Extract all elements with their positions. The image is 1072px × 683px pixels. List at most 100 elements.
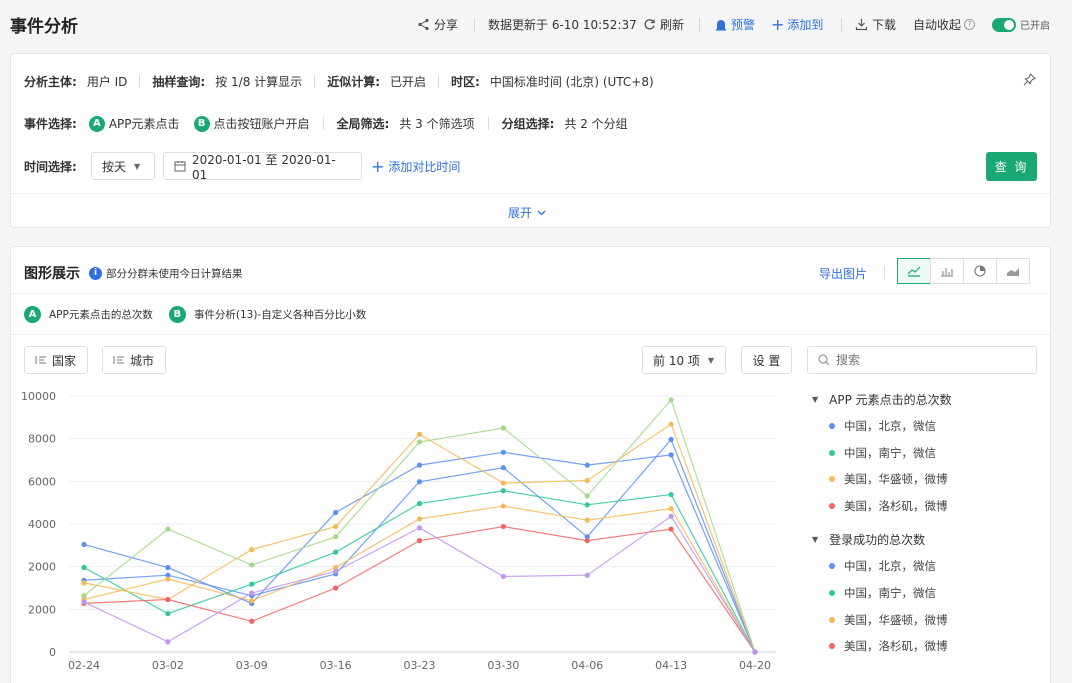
legend-dot xyxy=(829,476,835,482)
expand-button[interactable]: 展开 xyxy=(508,204,546,221)
global-filter-label: 全局筛选: xyxy=(336,117,390,131)
legend-group-2-header[interactable]: ▼ 登录成功的总次数 xyxy=(812,531,925,548)
page-title: 事件分析 xyxy=(10,17,78,37)
data-point xyxy=(500,488,506,494)
query-button[interactable]: 查 询 xyxy=(986,152,1037,181)
bar-chart-icon xyxy=(941,267,953,277)
auto-collapse-toggle[interactable]: 已开启 xyxy=(992,17,1050,32)
group-label: 分组选择: xyxy=(501,117,555,131)
auto-collapse-label: 自动收起 xyxy=(913,18,962,32)
subject-value[interactable]: 用户 ID xyxy=(87,73,128,90)
data-point xyxy=(81,564,87,571)
refresh-button[interactable]: 刷新 xyxy=(643,16,684,33)
data-point xyxy=(584,477,590,484)
metric-a-label: APP元素点击的总次数 xyxy=(49,309,153,321)
info-icon: i xyxy=(89,266,102,280)
legend-dot xyxy=(829,643,835,649)
dimension-country-button[interactable]: 国家 xyxy=(24,346,88,374)
alert-button[interactable]: 预警 xyxy=(715,16,755,33)
add-to-button[interactable]: + 添加到 xyxy=(771,16,823,33)
top-n-value: 前 10 项 xyxy=(653,353,700,368)
bar-chart-button[interactable] xyxy=(930,258,964,284)
x-tick-label: 04-13 xyxy=(655,659,687,672)
line-chart-icon xyxy=(907,266,921,277)
area-chart-icon xyxy=(1007,267,1019,276)
x-tick-label: 03-16 xyxy=(320,659,352,672)
list-icon xyxy=(113,356,124,364)
data-point xyxy=(333,585,339,591)
group-value[interactable]: 共 2 个分组 xyxy=(564,115,627,132)
data-point xyxy=(500,523,506,530)
pie-chart-button[interactable] xyxy=(963,258,997,284)
data-point xyxy=(584,517,590,523)
settings-button[interactable]: 设 置 xyxy=(741,346,792,374)
legend-item[interactable]: 中国，南宁，微信 xyxy=(829,585,936,601)
legend-item[interactable]: 美国，华盛顿，微博 xyxy=(829,471,948,487)
export-image-link[interactable]: 导出图片 xyxy=(819,265,867,282)
update-time: 数据更新于 6-10 10:52:37 xyxy=(488,18,637,32)
divider xyxy=(11,193,1050,194)
search-box[interactable] xyxy=(807,346,1037,374)
y-tick-label: 2000 xyxy=(28,561,56,574)
global-filter-value[interactable]: 共 3 个筛选项 xyxy=(399,115,474,132)
granularity-select[interactable]: 按天 ▼ xyxy=(91,152,155,180)
x-tick-label: 04-20 xyxy=(739,659,771,672)
add-compare-button[interactable]: + 添加对比时间 xyxy=(371,158,460,175)
expand-label: 展开 xyxy=(508,206,533,220)
legend-dot xyxy=(829,563,835,569)
data-point xyxy=(416,525,423,531)
data-point xyxy=(668,436,674,443)
legend-item[interactable]: 中国，北京，微信 xyxy=(829,558,936,574)
divider xyxy=(11,334,1050,335)
legend-item[interactable]: 美国，华盛顿，微博 xyxy=(829,612,948,628)
time-label-row: 时间选择: xyxy=(24,158,77,175)
pie-chart-icon xyxy=(974,265,986,277)
share-label: 分享 xyxy=(434,18,459,32)
search-input[interactable] xyxy=(836,353,1026,367)
area-chart-button[interactable] xyxy=(996,258,1030,284)
x-tick-label: 02-24 xyxy=(68,659,100,672)
data-point xyxy=(668,452,674,458)
legend-label: 中国，北京，微信 xyxy=(844,419,936,433)
legend-dot xyxy=(829,617,835,623)
dimension-city-button[interactable]: 城市 xyxy=(102,346,166,374)
approx-value[interactable]: 已开启 xyxy=(390,73,426,90)
toggle-switch[interactable] xyxy=(992,17,1016,32)
y-tick-label: 4000 xyxy=(28,518,56,531)
time-label: 时间选择: xyxy=(24,160,77,174)
legend-item[interactable]: 中国，南宁，微信 xyxy=(829,445,936,461)
legend-group-1-header[interactable]: ▼ APP 元素点击的总次数 xyxy=(812,391,952,408)
data-point xyxy=(81,599,87,605)
data-point xyxy=(584,493,590,499)
share-button[interactable]: 分享 xyxy=(417,16,458,33)
data-point xyxy=(500,465,506,471)
legend-label: 中国，南宁，微信 xyxy=(844,446,936,460)
data-point xyxy=(416,439,423,445)
data-point xyxy=(416,462,423,468)
legend-item[interactable]: 美国，洛杉矶，微博 xyxy=(829,638,948,654)
calendar-icon xyxy=(174,161,186,172)
legend-label: 美国，洛杉矶，微博 xyxy=(844,639,948,653)
event-a-badge: A xyxy=(88,115,105,132)
line-chart-button[interactable] xyxy=(897,258,931,284)
date-range-picker[interactable]: 2020-01-01 至 2020-01-01 xyxy=(163,152,362,182)
event-a[interactable]: APP元素点击 xyxy=(109,115,180,132)
download-button[interactable]: 下载 xyxy=(855,16,896,33)
legend-label: 中国，北京，微信 xyxy=(844,559,936,573)
data-point xyxy=(333,549,339,555)
legend-item[interactable]: 美国，洛杉矶，微博 xyxy=(829,498,948,514)
timezone-value[interactable]: 中国标准时间 (北京) (UTC+8) xyxy=(490,73,654,90)
data-point xyxy=(165,639,171,645)
event-b[interactable]: 点击按钮账户开启 xyxy=(214,115,310,132)
data-point xyxy=(584,502,590,508)
sampling-value[interactable]: 按 1/8 计算显示 xyxy=(215,73,302,90)
pin-icon[interactable] xyxy=(1023,73,1036,89)
legend-label: 美国，华盛顿，微博 xyxy=(844,613,948,627)
download-icon xyxy=(855,19,868,31)
alarm-icon xyxy=(716,20,726,31)
top-n-select[interactable]: 前 10 项 ▼ xyxy=(642,346,726,374)
legend-item[interactable]: 中国，北京，微信 xyxy=(829,418,936,434)
header-divider xyxy=(474,18,475,32)
approx-label: 近似计算: xyxy=(327,75,380,89)
data-point xyxy=(668,397,674,403)
